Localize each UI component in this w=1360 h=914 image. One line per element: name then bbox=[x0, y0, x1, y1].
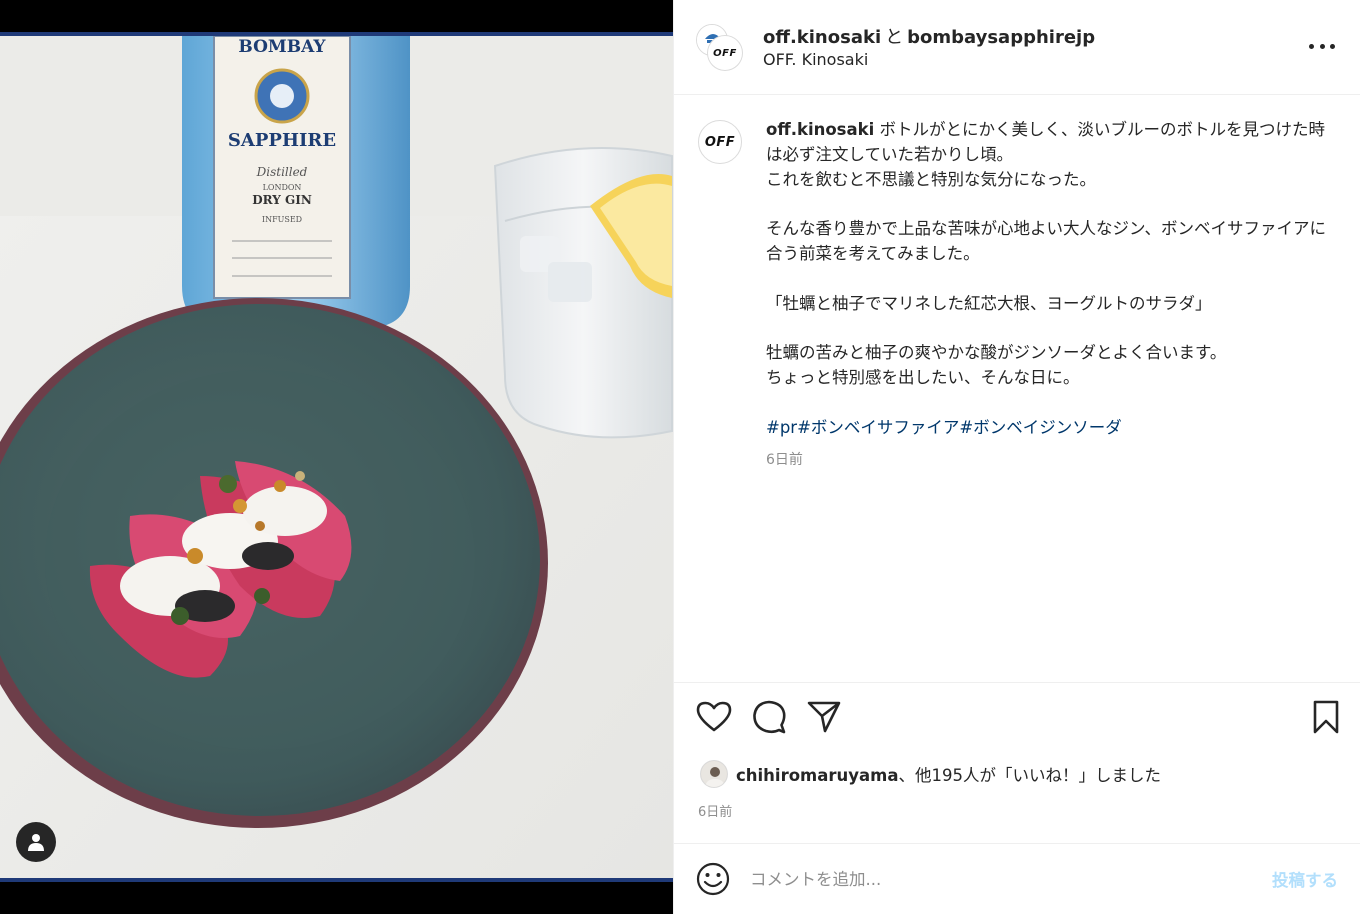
collab-avatars[interactable]: OFF bbox=[696, 24, 744, 72]
caption-first-line: off.kinosaki ボトルがとにかく美しく、淡いブルーのボトルを見つけた時… bbox=[766, 118, 1326, 168]
post-details-panel: OFF off.kinosaki と bombaysapphirejp OFF. K… bbox=[673, 0, 1360, 914]
tagged-users-button[interactable] bbox=[16, 822, 56, 862]
media-edge-bottom bbox=[0, 878, 673, 882]
more-dot-icon bbox=[1330, 43, 1335, 49]
hashtag-link[interactable]: #ボンベイジンソーダ bbox=[959, 418, 1121, 437]
caption-line: 牡蠣の苦みと柚子の爽やかな酸がジンソーダとよく合います。 bbox=[766, 343, 1227, 363]
liker-username[interactable]: chihiromaruyama bbox=[736, 766, 899, 785]
svg-text:SAPPHIRE: SAPPHIRE bbox=[228, 130, 336, 151]
caption-line: これを飲むと不思議と特別な気分になった。 bbox=[766, 169, 1096, 189]
svg-text:Distilled: Distilled bbox=[256, 165, 308, 179]
caption-username[interactable]: off.kinosaki bbox=[766, 120, 874, 139]
svg-text:BOMBAY: BOMBAY bbox=[238, 37, 326, 57]
divider bbox=[674, 682, 1360, 683]
hashtag-link[interactable]: #ボンベイサファイア bbox=[797, 418, 959, 437]
caption-line: 「牡蠣と柚子でマリネした紅芯大根、ヨーグルトのサラダ」 bbox=[766, 293, 1212, 313]
hashtag-link[interactable]: #pr bbox=[766, 418, 797, 437]
caption-line: ちょっと特別感を出したい、そんな日に。 bbox=[766, 367, 1080, 387]
caption-line bbox=[766, 267, 1326, 292]
more-options-button[interactable] bbox=[1309, 36, 1335, 56]
svg-text:LONDON: LONDON bbox=[263, 183, 302, 192]
likes-summary: chihiromaruyama、他195人が「いいね！」しました bbox=[736, 762, 1161, 786]
caption-timestamp[interactable]: 6日前 bbox=[766, 449, 803, 469]
share-send-icon[interactable] bbox=[806, 699, 842, 735]
post-comment-button[interactable]: 投稿する bbox=[1272, 867, 1338, 891]
svg-text:INFUSED: INFUSED bbox=[262, 215, 302, 224]
comment-bubble-icon[interactable] bbox=[751, 699, 787, 735]
caption-author-avatar[interactable]: OFF bbox=[698, 120, 742, 164]
post-media[interactable]: BOMBAY SAPPHIRE Distilled LONDON DRY GIN… bbox=[0, 0, 673, 914]
more-dot-icon bbox=[1309, 43, 1314, 49]
save-bookmark-icon[interactable] bbox=[1308, 699, 1344, 735]
emoji-smiley-icon[interactable] bbox=[696, 862, 730, 896]
caption-line bbox=[766, 192, 1326, 217]
liker-avatar[interactable] bbox=[700, 760, 728, 788]
and-connector: と bbox=[885, 27, 904, 48]
svg-text:DRY GIN: DRY GIN bbox=[252, 193, 312, 207]
post-authors: off.kinosaki と bombaysapphirejp bbox=[763, 23, 1095, 49]
divider bbox=[674, 843, 1360, 844]
caption-line: そんな香り豊かで上品な苦味が心地よい大人なジン、ボンベイサファイアに合う前菜を考… bbox=[766, 219, 1327, 263]
likes-rest[interactable]: 、他195人が「いいね！」しました bbox=[899, 766, 1162, 785]
location-link[interactable]: OFF. Kinosaki bbox=[763, 50, 868, 69]
person-icon bbox=[28, 834, 44, 851]
more-dot-icon bbox=[1319, 43, 1325, 49]
post-header: OFF off.kinosaki と bombaysapphirejp OFF. K… bbox=[674, 0, 1360, 95]
caption: off.kinosaki ボトルがとにかく美しく、淡いブルーのボトルを見つけた時… bbox=[766, 118, 1326, 440]
post-timestamp[interactable]: 6日前 bbox=[698, 801, 732, 820]
caption-line bbox=[766, 391, 1326, 416]
hashtags: #pr#ボンベイサファイア#ボンベイジンソーダ bbox=[766, 416, 1326, 441]
avatar-off-kinosaki[interactable]: OFF bbox=[708, 36, 742, 70]
caption-line bbox=[766, 316, 1326, 341]
person-photo-icon bbox=[701, 761, 727, 787]
owner-username[interactable]: off.kinosaki bbox=[763, 27, 881, 48]
comment-input[interactable] bbox=[750, 862, 1250, 896]
post-photo[interactable]: BOMBAY SAPPHIRE Distilled LONDON DRY GIN… bbox=[0, 36, 673, 878]
collaborator-username[interactable]: bombaysapphirejp bbox=[907, 27, 1095, 48]
like-heart-icon[interactable] bbox=[696, 699, 732, 735]
